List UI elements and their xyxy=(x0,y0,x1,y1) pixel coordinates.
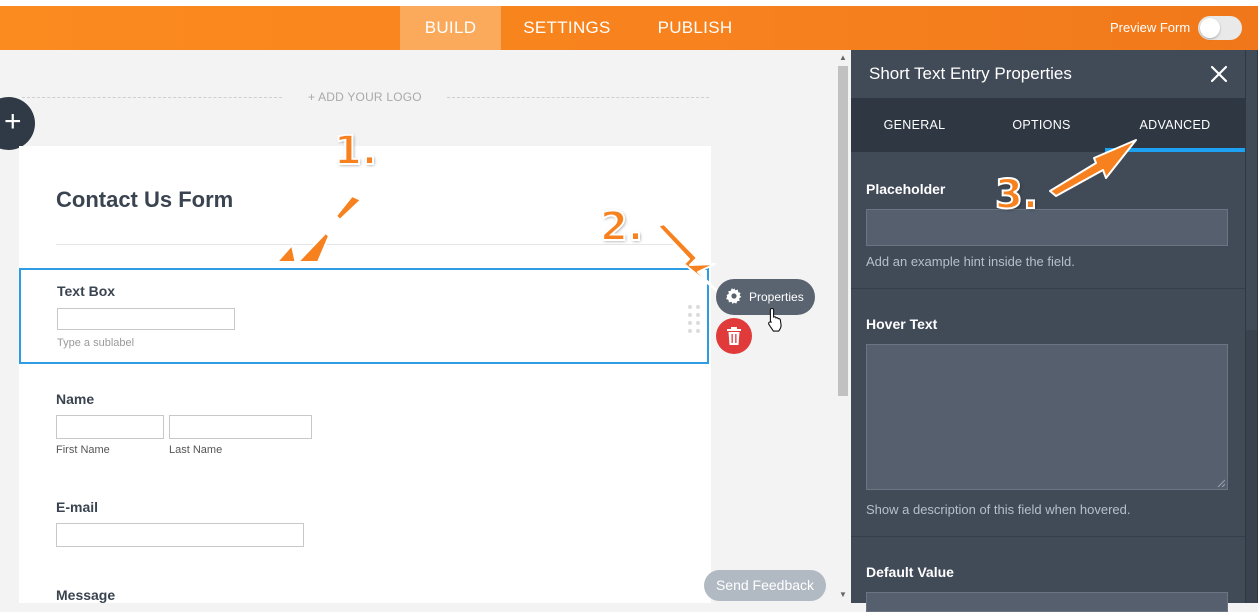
placeholder-label: Placeholder xyxy=(866,181,946,197)
last-name-input[interactable] xyxy=(169,415,312,439)
logo-divider-right xyxy=(447,97,709,98)
drag-handle-icon[interactable] xyxy=(688,305,702,335)
panel-scroll-track xyxy=(1246,330,1257,603)
tab-general[interactable]: GENERAL xyxy=(851,98,978,152)
trash-icon xyxy=(727,327,741,345)
panel-scroll-thumb[interactable] xyxy=(1246,50,1257,330)
properties-panel: Short Text Entry Properties GENERAL OPTI… xyxy=(851,50,1245,612)
last-name-sublabel: Last Name xyxy=(169,444,223,456)
email-input[interactable] xyxy=(56,523,304,547)
hover-text-textarea[interactable] xyxy=(866,344,1228,490)
hand-cursor-icon xyxy=(768,307,782,332)
tab-advanced-label: ADVANCED xyxy=(1139,118,1211,132)
hover-text-label: Hover Text xyxy=(866,316,938,332)
tab-publish[interactable]: PUBLISH xyxy=(643,6,747,50)
placeholder-input[interactable] xyxy=(866,209,1228,246)
title-divider xyxy=(56,244,673,245)
first-name-sublabel: First Name xyxy=(56,444,110,456)
step-3-annotation: 3. xyxy=(994,171,1039,219)
placeholder-help: Add an example hint inside the field. xyxy=(866,254,1075,269)
form-canvas: + ADD YOUR LOGO + Contact Us Form Text B… xyxy=(0,50,836,603)
add-element-button[interactable]: + xyxy=(0,97,35,150)
section-divider xyxy=(851,288,1245,289)
message-label: Message xyxy=(56,587,116,603)
panel-title: Short Text Entry Properties xyxy=(869,64,1072,83)
properties-label: Properties xyxy=(749,290,804,304)
gear-icon xyxy=(726,288,742,304)
name-label: Name xyxy=(56,391,95,407)
tab-advanced[interactable]: ADVANCED xyxy=(1105,98,1245,152)
form-title[interactable]: Contact Us Form xyxy=(56,187,233,213)
first-name-input[interactable] xyxy=(56,415,164,439)
tab-settings[interactable]: SETTINGS xyxy=(512,6,622,50)
resize-handle-icon[interactable] xyxy=(1217,479,1225,487)
close-icon[interactable] xyxy=(1209,64,1229,84)
top-bar: BUILD SETTINGS PUBLISH Preview Form xyxy=(0,6,1258,50)
delete-field-button[interactable] xyxy=(716,318,752,354)
active-tab-indicator xyxy=(1105,148,1245,152)
field-text-box[interactable]: Text Box Type a sublabel xyxy=(19,268,709,364)
tab-options[interactable]: OPTIONS xyxy=(978,98,1105,152)
default-value-label: Default Value xyxy=(866,564,954,580)
preview-form-toggle[interactable] xyxy=(1198,16,1242,40)
hover-text-help: Show a description of this field when ho… xyxy=(866,502,1131,517)
step-2-annotation: 2. xyxy=(599,203,644,251)
step-1-annotation: 1. xyxy=(333,127,378,175)
preview-form-label: Preview Form xyxy=(1110,20,1191,35)
canvas-scroll-thumb[interactable] xyxy=(838,66,848,396)
text-box-label[interactable]: Text Box xyxy=(57,283,115,299)
panel-tabs: GENERAL OPTIONS ADVANCED xyxy=(851,98,1245,152)
text-box-input[interactable] xyxy=(57,308,235,330)
text-box-sublabel[interactable]: Type a sublabel xyxy=(57,337,134,349)
plus-icon: + xyxy=(4,105,22,138)
scroll-down-icon[interactable]: ▼ xyxy=(838,589,848,601)
default-value-input[interactable] xyxy=(866,592,1228,612)
section-divider xyxy=(851,536,1245,537)
logo-divider-left xyxy=(22,97,282,98)
panel-scrollbar[interactable] xyxy=(1245,50,1258,603)
canvas-scrollbar[interactable]: ▲ ▼ xyxy=(836,50,850,603)
send-feedback-button[interactable]: Send Feedback xyxy=(704,570,826,601)
add-logo-link[interactable]: + ADD YOUR LOGO xyxy=(308,90,422,104)
email-label: E-mail xyxy=(56,499,99,515)
scroll-up-icon[interactable]: ▲ xyxy=(838,52,848,64)
toggle-knob xyxy=(1200,18,1220,38)
tab-build[interactable]: BUILD xyxy=(400,6,501,50)
panel-header: Short Text Entry Properties xyxy=(851,50,1245,98)
